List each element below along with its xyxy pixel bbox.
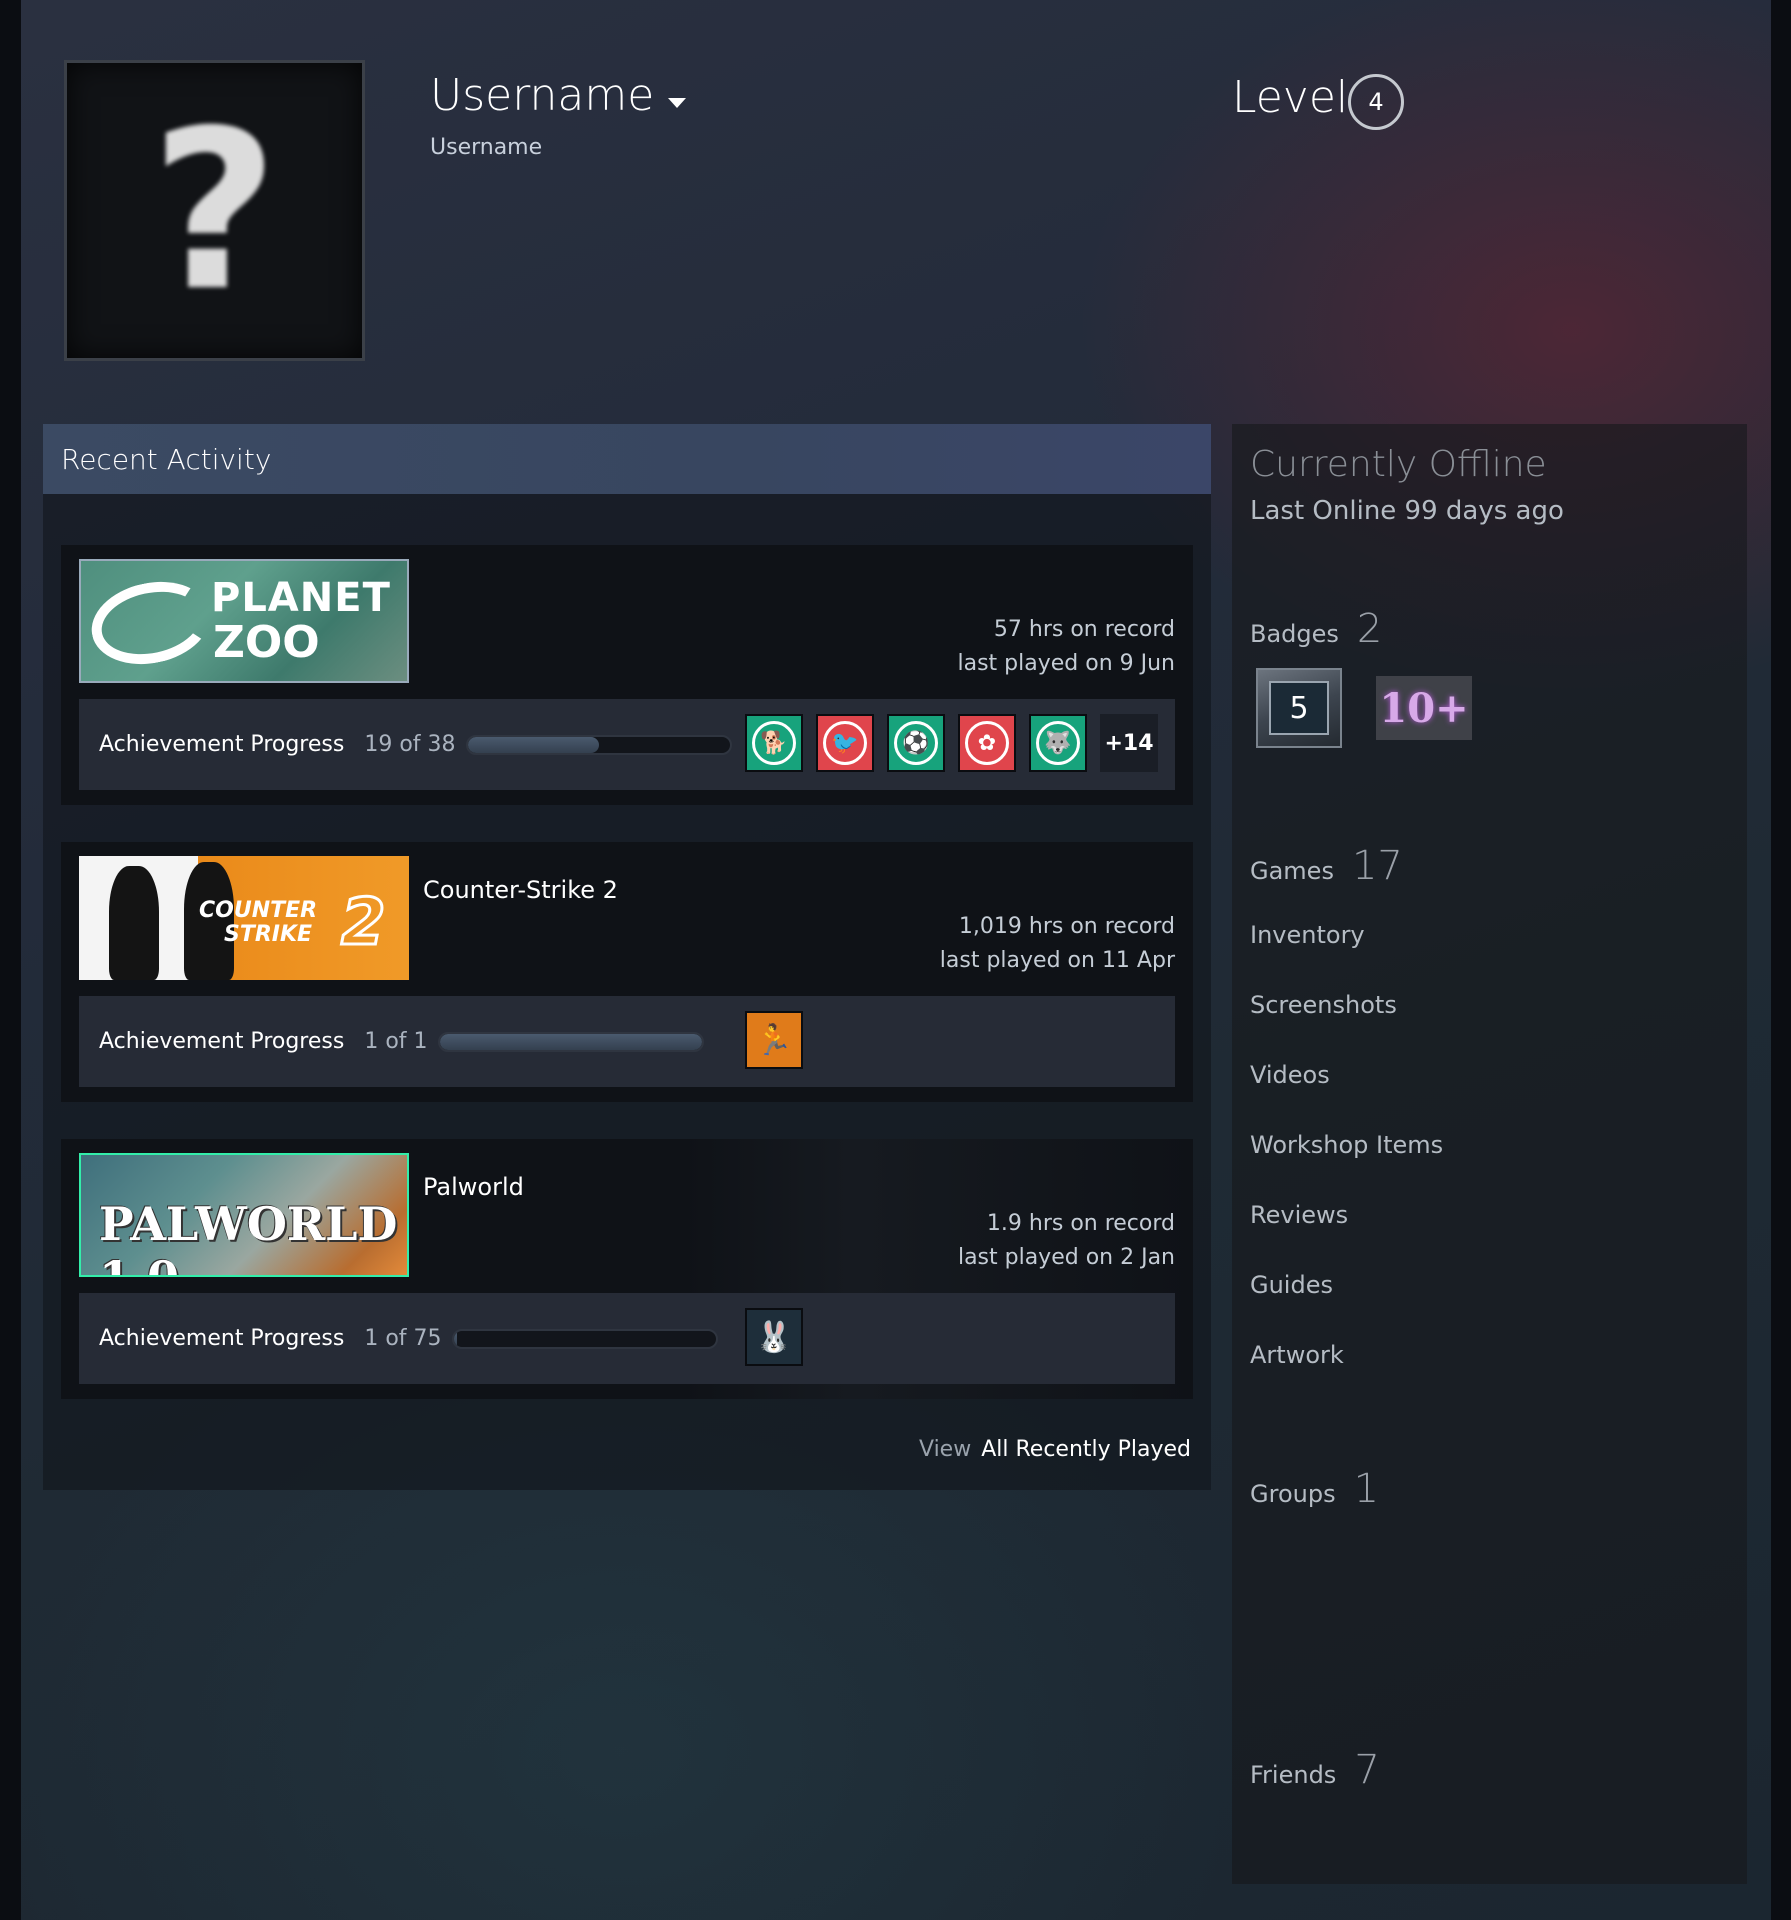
capsule-title-line: PALWORLD 1.0 [99,1197,398,1275]
achievement-progress-fill [453,1330,457,1347]
groups-count: 1 [1353,1466,1380,1512]
guides-link[interactable]: Guides [1250,1271,1333,1299]
game-card-palworld: PALWORLD 1.0 Palworld 1.9 hrs on record … [61,1139,1193,1399]
recent-activity-header: Recent Activity [43,424,1211,494]
achievement-count: 1 of 75 [364,1326,442,1351]
hours-on-record: 57 hrs on record [993,617,1175,642]
last-online: Last Online 99 days ago [1250,496,1564,526]
soldier-icon[interactable]: 🏃 [745,1011,803,1069]
game-name[interactable]: Counter-Strike 2 [423,876,618,904]
achievement-count: 1 of 1 [364,1029,428,1054]
achievement-progress-track [437,1031,704,1052]
all-recently-played-link[interactable]: All Recently Played [981,1437,1191,1462]
hours-on-record: 1.9 hrs on record [986,1211,1175,1236]
games-count: 17 [1351,843,1403,889]
account-name: Username [430,135,543,160]
achievement-icons: 🐕 🐦 ⚽ ✿ 🐺 +14 [745,714,1158,772]
groups-label: Groups [1250,1480,1336,1508]
game-capsule-counter-strike-2[interactable]: COUNTER STRIKE 2 [79,856,409,980]
game-capsule-planet-zoo[interactable]: PLANET ZOO [79,559,409,683]
videos-link[interactable]: Videos [1250,1061,1330,1089]
games-link[interactable]: Games 17 [1250,843,1403,889]
avatar[interactable]: ? [64,60,365,361]
game-name[interactable]: Palworld [423,1173,524,1201]
planet-zoo-logo-icon [83,571,219,675]
caret-down-icon [668,97,687,108]
friends-link[interactable]: Friends 7 [1250,1747,1380,1793]
inventory-link[interactable]: Inventory [1250,921,1365,949]
games-label: Games [1250,857,1334,885]
soldier-silhouette-icon [109,866,159,980]
last-played: last played on 11 Apr [939,948,1175,973]
badges-link[interactable]: Badges 2 [1250,606,1382,652]
pal-creature-icon[interactable]: 🐰 [745,1308,803,1366]
badges-label: Badges [1250,620,1339,648]
more-achievements-button[interactable]: +14 [1100,714,1158,772]
level-label: Level [1232,72,1349,123]
capsule-title-line: STRIKE [224,922,313,947]
game-card-counter-strike-2: COUNTER STRIKE 2 Counter-Strike 2 1,019 … [61,842,1193,1102]
capsule-title-line: ZOO [213,617,320,668]
view-all-recently-played: View All Recently Played [919,1437,1191,1462]
screenshots-link[interactable]: Screenshots [1250,991,1397,1019]
groups-link[interactable]: Groups 1 [1250,1466,1379,1512]
online-status: Currently Offline [1250,444,1547,485]
wolf-icon[interactable]: 🐺 [1029,714,1087,772]
achievement-progress-bar: Achievement Progress 19 of 38 🐕 🐦 ⚽ ✿ 🐺 … [79,699,1175,790]
achievement-progress-link[interactable]: Achievement Progress [99,1326,344,1351]
profile-name-dropdown[interactable]: Username [430,70,687,121]
last-played: last played on 9 Jun [957,651,1175,676]
friends-count: 7 [1354,1747,1380,1793]
game-card-planet-zoo: PLANET ZOO 57 hrs on record last played … [61,545,1193,805]
badges-count: 2 [1356,606,1383,652]
hours-on-record: 1,019 hrs on record [958,914,1175,939]
achievement-icons: 🐰 [745,1308,803,1366]
capsule-title-line: COUNTER [199,898,318,923]
achievement-progress-fill [467,736,599,753]
game-capsule-palworld[interactable]: PALWORLD 1.0 [79,1153,409,1277]
bird-net-icon[interactable]: 🐦 [816,714,874,772]
achievement-progress-track [465,734,732,755]
badge-game-collector[interactable]: 10+ [1376,676,1472,740]
workshop-items-link[interactable]: Workshop Items [1250,1131,1443,1159]
dog-icon[interactable]: 🐕 [745,714,803,772]
artwork-link[interactable]: Artwork [1250,1341,1344,1369]
view-label: View [919,1437,972,1462]
flower-icon[interactable]: ✿ [958,714,1016,772]
achievement-progress-link[interactable]: Achievement Progress [99,732,344,757]
avatar-placeholder-icon: ? [150,82,279,339]
achievement-progress-link[interactable]: Achievement Progress [99,1029,344,1054]
capsule-title-line: PLANET [211,575,391,621]
profile-name: Username [430,70,655,121]
capsule-title-line: 2 [340,885,388,962]
achievement-progress-track [451,1328,718,1349]
level-badge[interactable]: 4 [1348,74,1404,130]
paw-ball-icon[interactable]: ⚽ [887,714,945,772]
achievement-icons: 🏃 [745,1011,803,1069]
last-played: last played on 2 Jan [957,1245,1175,1270]
reviews-link[interactable]: Reviews [1250,1201,1348,1229]
achievement-count: 19 of 38 [364,732,456,757]
badge-years-of-service[interactable]: 5 [1256,668,1342,748]
friends-label: Friends [1250,1761,1337,1789]
achievement-progress-bar: Achievement Progress 1 of 1 🏃 [79,996,1175,1087]
achievement-progress-fill [439,1033,702,1050]
achievement-progress-bar: Achievement Progress 1 of 75 🐰 [79,1293,1175,1384]
badge-value: 5 [1269,681,1329,735]
